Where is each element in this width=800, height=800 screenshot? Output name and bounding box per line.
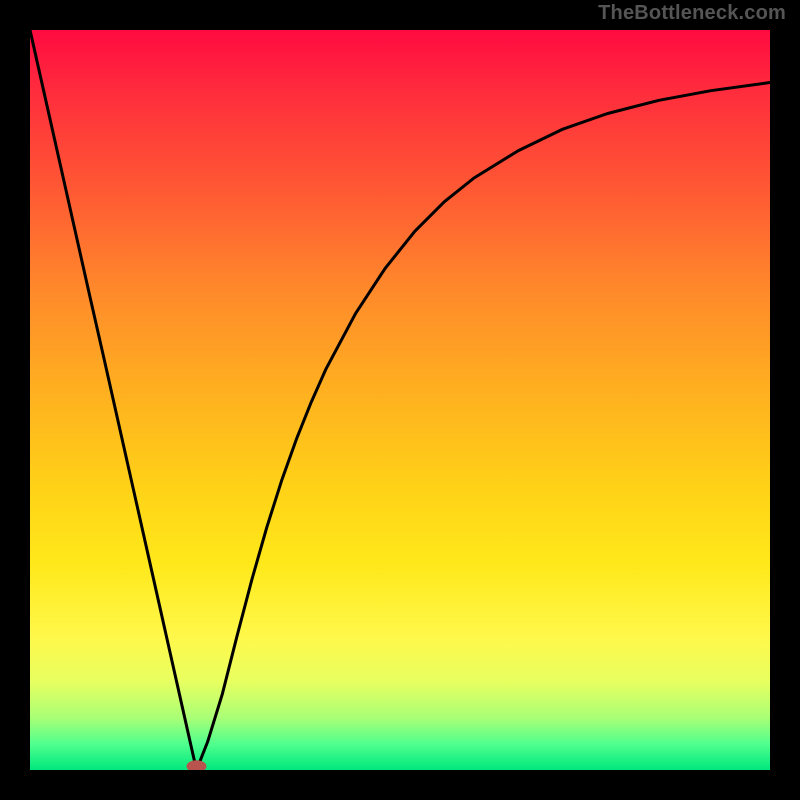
plot-area [30,30,770,770]
chart-frame: TheBottleneck.com [0,0,800,800]
watermark: TheBottleneck.com [598,2,786,25]
bottleneck-curve [30,30,770,770]
curve-svg [30,30,770,770]
minimum-marker-icon [187,760,207,770]
